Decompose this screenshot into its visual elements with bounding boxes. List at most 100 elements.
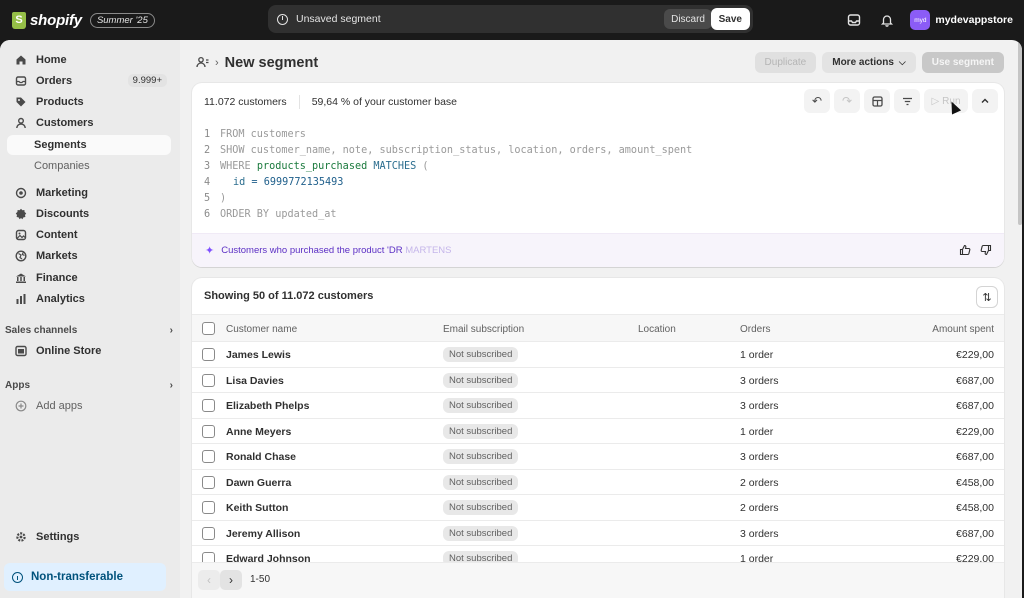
table-row[interactable]: Anne Meyers Not subscribed 1 order €229,00 bbox=[192, 419, 1004, 444]
sidebar-item-customers[interactable]: Customers bbox=[7, 113, 171, 133]
alert-circle-icon bbox=[277, 13, 288, 25]
sales-channels-label: Sales channels bbox=[5, 325, 78, 336]
table-row[interactable]: Dawn Guerra Not subscribed 2 orders €458,00 bbox=[192, 470, 1004, 495]
sidebar-item-add-apps[interactable]: Add apps bbox=[7, 396, 171, 416]
table-row[interactable]: Keith Sutton Not subscribed 2 orders €458,0… bbox=[192, 495, 1004, 521]
customer-count: 11.072 customers bbox=[204, 96, 287, 108]
apps-header[interactable]: Apps › bbox=[5, 380, 173, 391]
sales-channels-header[interactable]: Sales channels › bbox=[5, 325, 173, 336]
row-checkbox[interactable] bbox=[202, 526, 215, 540]
edition-badge[interactable]: Summer '25 bbox=[89, 12, 155, 28]
sort-icon[interactable]: ⇅ bbox=[976, 286, 998, 308]
use-segment-button[interactable]: Use segment bbox=[921, 52, 1004, 73]
column-header-name[interactable]: Customer name bbox=[226, 324, 297, 335]
discard-button[interactable]: Discard bbox=[664, 9, 712, 29]
inbox-icon[interactable] bbox=[841, 7, 867, 33]
customer-name[interactable]: Jeremy Allison bbox=[226, 528, 300, 540]
avatar[interactable]: myd bbox=[910, 10, 931, 30]
sidebar-item-analytics[interactable]: Analytics bbox=[7, 289, 171, 309]
thumbs-down-icon[interactable] bbox=[980, 244, 992, 259]
code-operator: MATCHES bbox=[367, 161, 423, 172]
table-row[interactable]: James Lewis Not subscribed 1 order €229,00 bbox=[192, 342, 1004, 368]
discount-icon bbox=[15, 208, 27, 220]
column-header-location[interactable]: Location bbox=[638, 324, 676, 335]
row-checkbox[interactable] bbox=[202, 501, 215, 514]
top-bar: S shopify Summer '25 Unsaved segment Dis… bbox=[0, 0, 1024, 40]
column-header-orders[interactable]: Orders bbox=[740, 324, 771, 335]
more-actions-button[interactable]: More actions ⌵ bbox=[822, 52, 916, 73]
pagination-range: 1-50 bbox=[250, 574, 271, 585]
sidebar-item-label: Marketing bbox=[36, 187, 88, 199]
sidebar-item-label: Discounts bbox=[36, 208, 90, 220]
sidebar-item-label: Companies bbox=[34, 160, 90, 172]
email-subscription-badge: Not subscribed bbox=[443, 398, 519, 413]
sidebar-item-finance[interactable]: Finance bbox=[7, 268, 171, 288]
thumbs-up-icon[interactable] bbox=[959, 244, 971, 259]
column-header-email[interactable]: Email subscription bbox=[443, 324, 524, 335]
scrollbar[interactable] bbox=[1018, 40, 1022, 225]
save-button[interactable]: Save bbox=[710, 8, 750, 30]
customer-name[interactable]: James Lewis bbox=[226, 349, 291, 361]
ai-description-bar: ✦ Customers who purchased the product 'D… bbox=[192, 233, 1004, 267]
row-checkbox[interactable] bbox=[202, 348, 215, 361]
customer-name[interactable]: Lisa Davies bbox=[226, 375, 284, 387]
sidebar-item-companies[interactable]: Companies bbox=[7, 156, 171, 176]
template-icon[interactable] bbox=[864, 89, 890, 113]
orders-count: 1 order bbox=[740, 349, 774, 361]
column-header-amount[interactable]: Amount spent bbox=[932, 324, 994, 335]
next-page-icon[interactable]: › bbox=[220, 570, 242, 590]
customer-name[interactable]: Keith Sutton bbox=[226, 502, 288, 514]
sidebar-item-markets[interactable]: Markets bbox=[7, 246, 171, 266]
row-checkbox[interactable] bbox=[202, 450, 215, 463]
redo-icon[interactable]: ↷ bbox=[834, 89, 860, 113]
bell-icon[interactable] bbox=[874, 7, 900, 33]
duplicate-button[interactable]: Duplicate bbox=[754, 52, 817, 73]
customer-name[interactable]: Ronald Chase bbox=[226, 451, 296, 463]
person-icon bbox=[15, 117, 27, 129]
row-checkbox[interactable] bbox=[202, 424, 215, 438]
amount-spent: €458,00 bbox=[956, 476, 994, 489]
sidebar-item-segments[interactable]: Segments bbox=[7, 135, 171, 155]
table-row[interactable]: Ronald Chase Not subscribed 3 orders €687,0… bbox=[192, 444, 1004, 470]
amount-spent: €687,00 bbox=[956, 451, 994, 463]
content-icon bbox=[15, 229, 27, 241]
customer-name[interactable]: Dawn Guerra bbox=[226, 477, 291, 489]
non-transferable-banner[interactable]: Non-transferable bbox=[4, 563, 166, 591]
row-checkbox[interactable] bbox=[202, 399, 215, 412]
table-row[interactable]: Lisa Davies Not subscribed 3 orders €687,00 bbox=[192, 368, 1004, 393]
query-editor[interactable]: 1 FROM customers 2 SHOW customer_name, not… bbox=[204, 127, 692, 223]
chevron-up-icon[interactable] bbox=[972, 89, 998, 113]
sidebar-item-online-store[interactable]: Online Store bbox=[7, 341, 171, 361]
row-checkbox[interactable] bbox=[202, 373, 215, 387]
sidebar-item-orders[interactable]: Orders 9.999+ bbox=[7, 71, 171, 91]
sidebar-item-label: Orders bbox=[36, 75, 73, 87]
store-name[interactable]: mydevappstore bbox=[935, 14, 1013, 26]
select-all-checkbox[interactable] bbox=[202, 322, 215, 335]
previous-page-icon[interactable]: ‹ bbox=[198, 570, 220, 590]
table-row[interactable]: Jeremy Allison Not subscribed 3 orders €687… bbox=[192, 521, 1004, 546]
chevron-right-icon: › bbox=[169, 380, 173, 391]
sidebar-item-content[interactable]: Content bbox=[7, 225, 171, 245]
more-actions-label: More actions bbox=[832, 57, 894, 68]
non-transferable-label: Non-transferable bbox=[31, 571, 124, 583]
sidebar-item-settings[interactable]: Settings bbox=[7, 527, 171, 547]
filter-icon[interactable] bbox=[894, 89, 920, 113]
sidebar-item-products[interactable]: Products bbox=[7, 92, 171, 112]
customer-name[interactable]: Elizabeth Phelps bbox=[226, 400, 309, 412]
sidebar-item-home[interactable]: Home bbox=[7, 50, 171, 70]
sidebar-item-marketing[interactable]: Marketing bbox=[7, 183, 171, 203]
customer-name[interactable]: Anne Meyers bbox=[226, 426, 291, 438]
sidebar-item-label: Customers bbox=[36, 117, 94, 129]
line-number: 1 bbox=[204, 129, 211, 140]
line-number: 4 bbox=[204, 177, 211, 188]
sidebar-item-discounts[interactable]: Discounts bbox=[7, 204, 171, 224]
shopify-logo[interactable]: S shopify Summer '25 bbox=[12, 11, 155, 29]
run-button[interactable]: ▷ Run bbox=[924, 89, 968, 113]
undo-icon[interactable]: ↶ bbox=[804, 89, 830, 113]
customers-breadcrumb-icon[interactable] bbox=[196, 56, 209, 71]
email-subscription-badge: Not subscribed bbox=[443, 423, 519, 439]
email-subscription-badge: Not subscribed bbox=[443, 525, 519, 541]
row-checkbox[interactable] bbox=[202, 475, 215, 489]
bank-icon bbox=[15, 272, 27, 284]
table-row[interactable]: Elizabeth Phelps Not subscribed 3 orders €6… bbox=[192, 393, 1004, 419]
